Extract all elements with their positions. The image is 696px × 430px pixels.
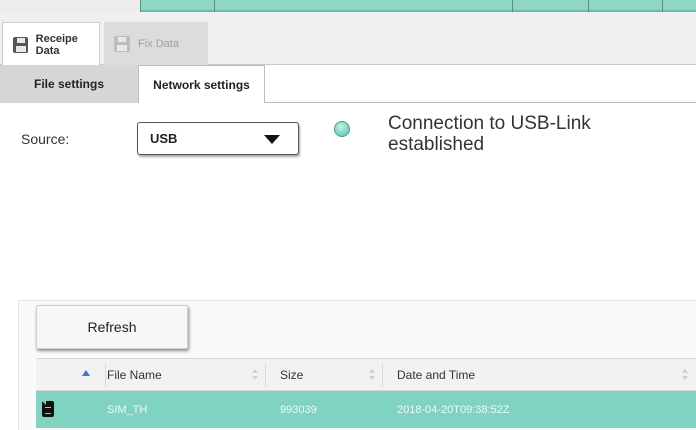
top-divider	[512, 0, 513, 12]
column-header-label: Date and Time	[397, 368, 476, 382]
tab-receipe-data[interactable]: Receipe Data	[2, 22, 100, 66]
source-label: Source:	[21, 131, 70, 147]
sort-ascending-icon	[82, 370, 90, 376]
sort-icon	[369, 369, 375, 381]
data-tabs: Receipe Data Fix Data	[0, 12, 696, 66]
top-strip	[0, 0, 696, 12]
sort-icon	[682, 369, 688, 381]
tab-label: Fix Data	[138, 37, 179, 50]
connection-status-text: Connection to USB-Link established	[388, 113, 591, 155]
column-header-label: File Name	[107, 368, 162, 382]
sort-icon	[252, 369, 258, 381]
dropdown-arrow-icon	[264, 135, 280, 144]
source-select[interactable]: USB	[137, 122, 299, 155]
column-header-size[interactable]: Size	[266, 359, 383, 391]
tab-network-settings[interactable]: Network settings	[138, 65, 265, 103]
column-header-date-time[interactable]: Date and Time	[383, 359, 696, 391]
connection-status-led-icon	[334, 121, 350, 137]
cell-date-time: 2018-04-20T09:38:52Z	[397, 403, 510, 416]
cell-size: 993039	[280, 403, 317, 416]
tab-file-settings[interactable]: File settings	[0, 65, 138, 103]
column-header-label: Size	[280, 368, 304, 382]
floppy-disk-icon	[13, 36, 28, 53]
top-divider	[214, 0, 215, 12]
table-header: File Name Size Date and Time	[36, 358, 696, 391]
settings-tabs: File settings Network settings	[0, 65, 696, 105]
top-divider	[140, 0, 141, 12]
top-divider	[662, 0, 663, 12]
refresh-button[interactable]: Refresh	[36, 305, 188, 349]
column-header-file-name[interactable]: File Name	[106, 359, 266, 391]
tab-fix-data[interactable]: Fix Data	[104, 22, 208, 65]
table-row[interactable]: SIM_TH 993039 2018-04-20T09:38:52Z	[36, 391, 696, 428]
column-header-icon[interactable]	[36, 359, 106, 391]
source-selected-value: USB	[150, 131, 178, 146]
floppy-disk-icon	[114, 35, 130, 52]
file-icon	[42, 401, 54, 417]
top-divider	[588, 0, 589, 12]
tab-underline	[265, 102, 696, 103]
top-teal-bar	[140, 0, 696, 12]
tab-label: Receipe Data	[35, 32, 78, 57]
cell-file-name: SIM_TH	[107, 403, 148, 416]
